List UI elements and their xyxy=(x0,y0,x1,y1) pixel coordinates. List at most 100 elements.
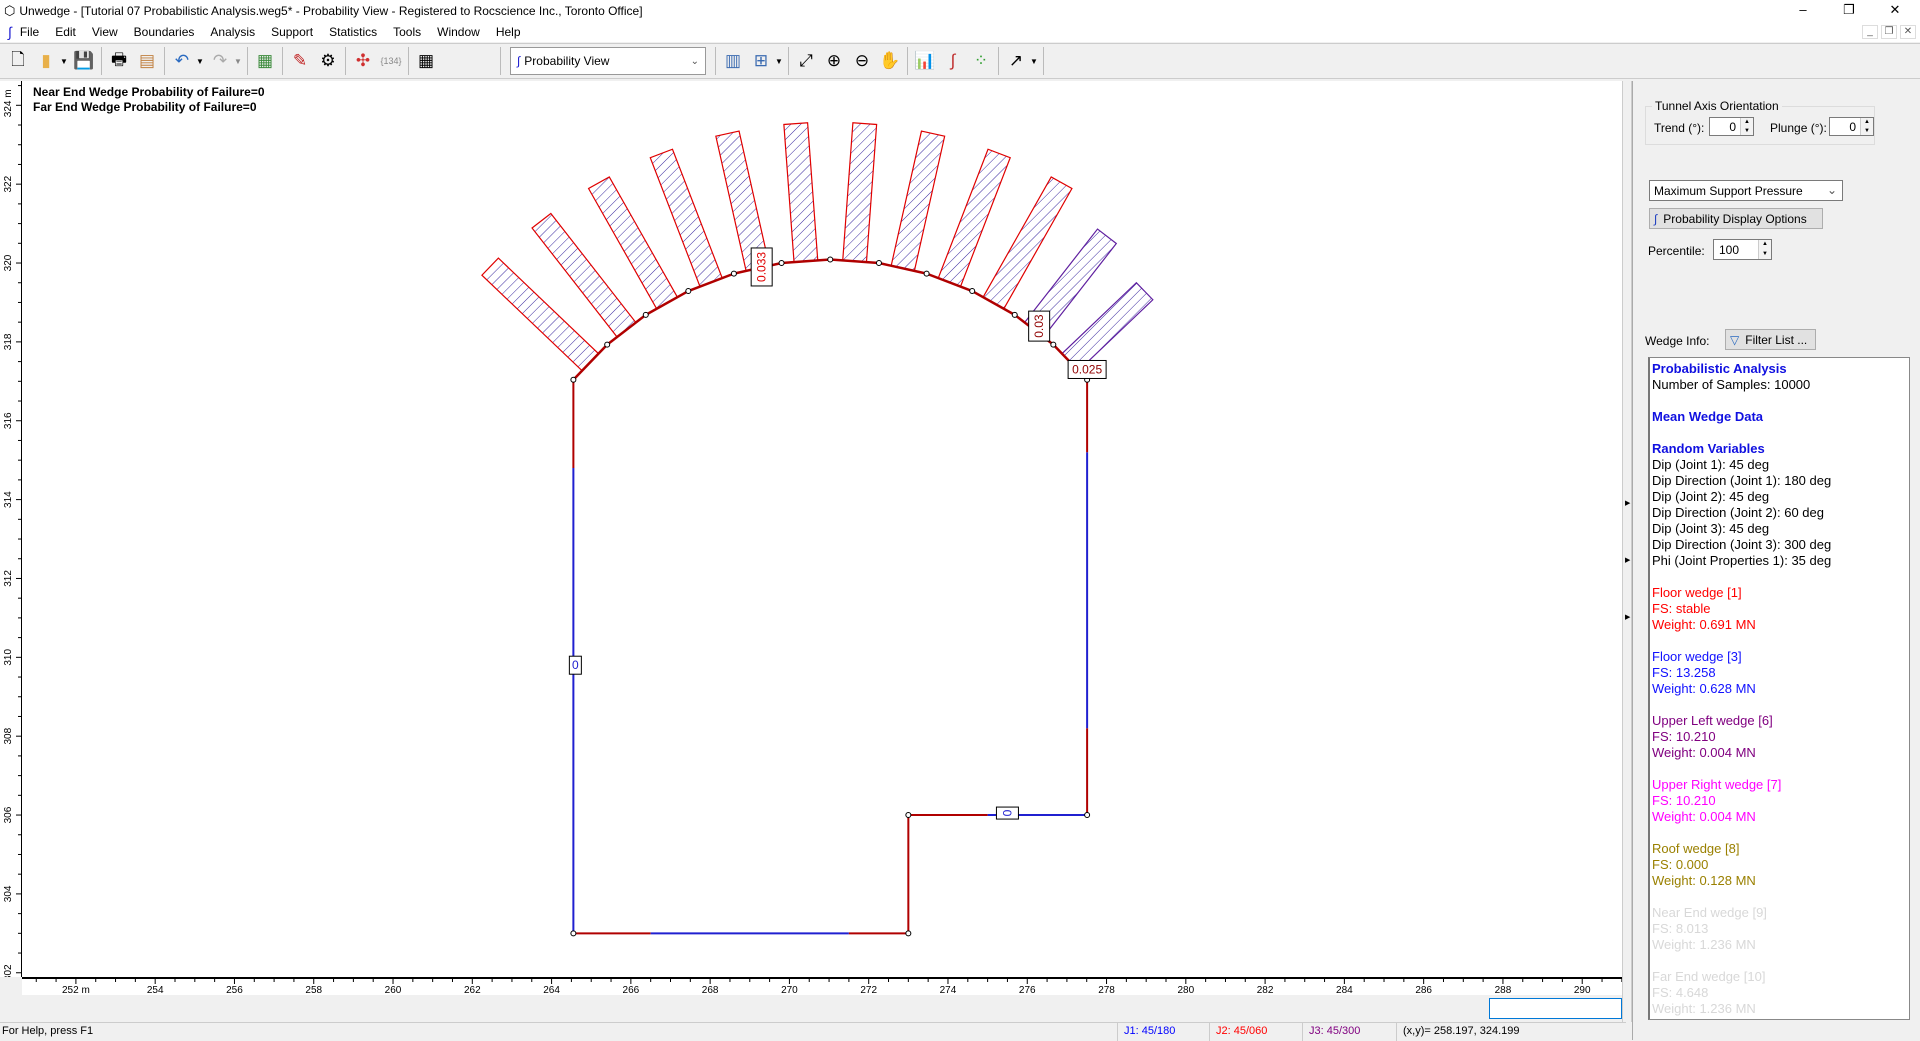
app-logo-icon: ⬡ xyxy=(4,3,16,18)
spin-up-icon[interactable]: ▲ xyxy=(1741,118,1753,127)
vertex-marker xyxy=(730,270,737,277)
arrow-right-icon[interactable]: ▶ xyxy=(1625,499,1630,507)
menu-help[interactable]: Help xyxy=(488,25,529,39)
plunge-stepper[interactable]: 0 ▲ ▼ xyxy=(1829,117,1874,136)
x-tick-label: 280 xyxy=(1177,985,1194,995)
redo-icon[interactable]: ↷ xyxy=(206,47,234,75)
arrow-right-icon[interactable]: ▶ xyxy=(1625,556,1630,564)
joint-planes-icon[interactable]: ✣ xyxy=(349,47,377,75)
view-select[interactable]: ∫ Probability View ⌄ xyxy=(510,47,706,75)
wedge-info-line: Floor wedge [3] xyxy=(1652,649,1742,664)
toolbar-divider xyxy=(101,47,102,75)
color-grid-icon[interactable]: ▦ xyxy=(251,47,279,75)
mdi-restore-button[interactable]: ❐ xyxy=(1881,25,1897,39)
add-view-dropdown-icon[interactable]: ▼ xyxy=(775,57,785,66)
tunnel-boundary-segment xyxy=(830,258,880,265)
display-type-select[interactable]: Maximum Support Pressure ⌄ xyxy=(1649,180,1843,201)
wedge-info-list[interactable]: Probabilistic Analysis Number of Samples:… xyxy=(1648,357,1910,1020)
vertex-marker xyxy=(875,260,882,267)
menu-window[interactable]: Window xyxy=(429,25,488,39)
filter-list-button[interactable]: ▽ Filter List ... xyxy=(1725,329,1816,350)
open-folder-icon[interactable]: ▮ xyxy=(32,47,60,75)
spin-up-icon[interactable]: ▲ xyxy=(1861,118,1873,127)
menu-analysis[interactable]: Analysis xyxy=(202,25,263,39)
menu-statistics[interactable]: Statistics xyxy=(321,25,385,39)
trend-value: 0 xyxy=(1729,119,1736,134)
wedge-info-line: Upper Right wedge [7] xyxy=(1652,777,1782,792)
calculator-icon[interactable]: ▦ xyxy=(412,47,440,75)
spin-up-icon[interactable]: ▲ xyxy=(1759,240,1771,250)
undo-dropdown-icon[interactable]: ▼ xyxy=(196,57,206,66)
support-pressure-bar xyxy=(937,148,1011,288)
trend-stepper[interactable]: 0 ▲ ▼ xyxy=(1709,117,1754,136)
drawing-canvas[interactable]: 0.033 0.03 0.025 0 0 xyxy=(22,81,1622,977)
wedge-info-line: Upper Left wedge [6] xyxy=(1652,713,1773,728)
wedge-info-line: FS: 0.000 xyxy=(1652,857,1709,872)
percentile-stepper[interactable]: 100 ▲ ▼ xyxy=(1713,239,1772,260)
vertex-marker xyxy=(1084,812,1091,819)
spin-down-icon[interactable]: ▼ xyxy=(1741,127,1753,136)
close-button[interactable]: ✕ xyxy=(1872,0,1918,22)
new-file-icon[interactable]: 🗋 xyxy=(4,47,32,75)
menu-view[interactable]: View xyxy=(84,25,126,39)
vertex-marker xyxy=(1011,311,1018,318)
mdi-minimize-button[interactable]: _ xyxy=(1862,25,1878,39)
toolbar-divider xyxy=(247,47,248,75)
panel-splitter[interactable]: ▶ ▶ ▶ xyxy=(1622,81,1632,1022)
y-tick-label: 310 xyxy=(3,649,14,666)
wedge-info-line: Far End wedge [10] xyxy=(1652,969,1766,984)
settings-document-icon[interactable]: ⚙ xyxy=(314,47,342,75)
wedge-info-line: Weight: 0.691 MN xyxy=(1652,617,1756,632)
command-area xyxy=(0,995,1626,1022)
probability-display-options-button[interactable]: ∫ Probability Display Options xyxy=(1649,208,1823,229)
wedge-info-line: Random Variables xyxy=(1652,441,1765,456)
joint-combinations-icon[interactable]: {134} xyxy=(377,47,405,75)
probability-display-options-label: Probability Display Options xyxy=(1663,211,1807,226)
wedge-info-line: FS: 10.210 xyxy=(1652,729,1716,744)
zoom-out-icon[interactable]: ⊖ xyxy=(848,47,876,75)
y-tick-label: 314 xyxy=(3,491,14,508)
zoom-extents-icon[interactable]: ⤢ xyxy=(792,47,820,75)
wedge-info-line: Dip Direction (Joint 3): 300 deg xyxy=(1652,537,1832,552)
menu-boundaries[interactable]: Boundaries xyxy=(126,25,203,39)
arrow-tool-icon[interactable]: ↗ xyxy=(1002,47,1030,75)
redo-dropdown-icon[interactable]: ▼ xyxy=(234,57,244,66)
scatter-plot-icon[interactable]: ⁘ xyxy=(967,47,995,75)
restore-button[interactable]: ❐ xyxy=(1826,0,1872,22)
print-icon[interactable]: 🖶 xyxy=(105,47,133,75)
toolbar-divider xyxy=(164,47,165,75)
print-preview-icon[interactable]: ▤ xyxy=(133,47,161,75)
menu-support[interactable]: Support xyxy=(263,25,321,39)
support-pressure-bar xyxy=(890,130,946,272)
command-input[interactable] xyxy=(1489,998,1622,1019)
arrow-dropdown-icon[interactable]: ▼ xyxy=(1030,57,1040,66)
edit-document-icon[interactable]: ✎ xyxy=(286,47,314,75)
spin-down-icon[interactable]: ▼ xyxy=(1759,250,1771,260)
arrow-right-icon[interactable]: ▶ xyxy=(1625,613,1630,621)
spin-down-icon[interactable]: ▼ xyxy=(1861,127,1873,136)
undo-icon[interactable]: ↶ xyxy=(168,47,196,75)
x-tick-label: 252 m xyxy=(62,985,90,995)
minimize-button[interactable]: – xyxy=(1780,0,1826,22)
save-icon[interactable]: 💾 xyxy=(70,47,98,75)
cumulative-plot-icon[interactable]: ∫ xyxy=(939,47,967,75)
status-joint1: J1: 45/180 xyxy=(1117,1023,1209,1041)
x-tick-label: 260 xyxy=(385,985,402,995)
histogram-icon[interactable]: 📊 xyxy=(911,47,939,75)
support-pressure-bar xyxy=(649,148,723,288)
x-tick-label: 270 xyxy=(781,985,798,995)
add-view-icon[interactable]: ⊞ xyxy=(747,47,775,75)
wedge-info-line: Probabilistic Analysis xyxy=(1652,361,1787,376)
menu-tools[interactable]: Tools xyxy=(385,25,429,39)
toolbar-divider xyxy=(788,47,789,75)
pan-icon[interactable]: ✋ xyxy=(876,47,904,75)
zoom-in-icon[interactable]: ⊕ xyxy=(820,47,848,75)
status-bar: For Help, press F1 J1: 45/180 J2: 45/060… xyxy=(0,1022,1626,1041)
open-dropdown-icon[interactable]: ▼ xyxy=(60,57,70,66)
menu-edit[interactable]: Edit xyxy=(47,25,84,39)
mdi-close-button[interactable]: ✕ xyxy=(1900,25,1916,39)
split-view-icon[interactable]: ▥ xyxy=(719,47,747,75)
menu-file[interactable]: File xyxy=(12,25,47,39)
x-tick-label: 284 xyxy=(1336,985,1353,995)
